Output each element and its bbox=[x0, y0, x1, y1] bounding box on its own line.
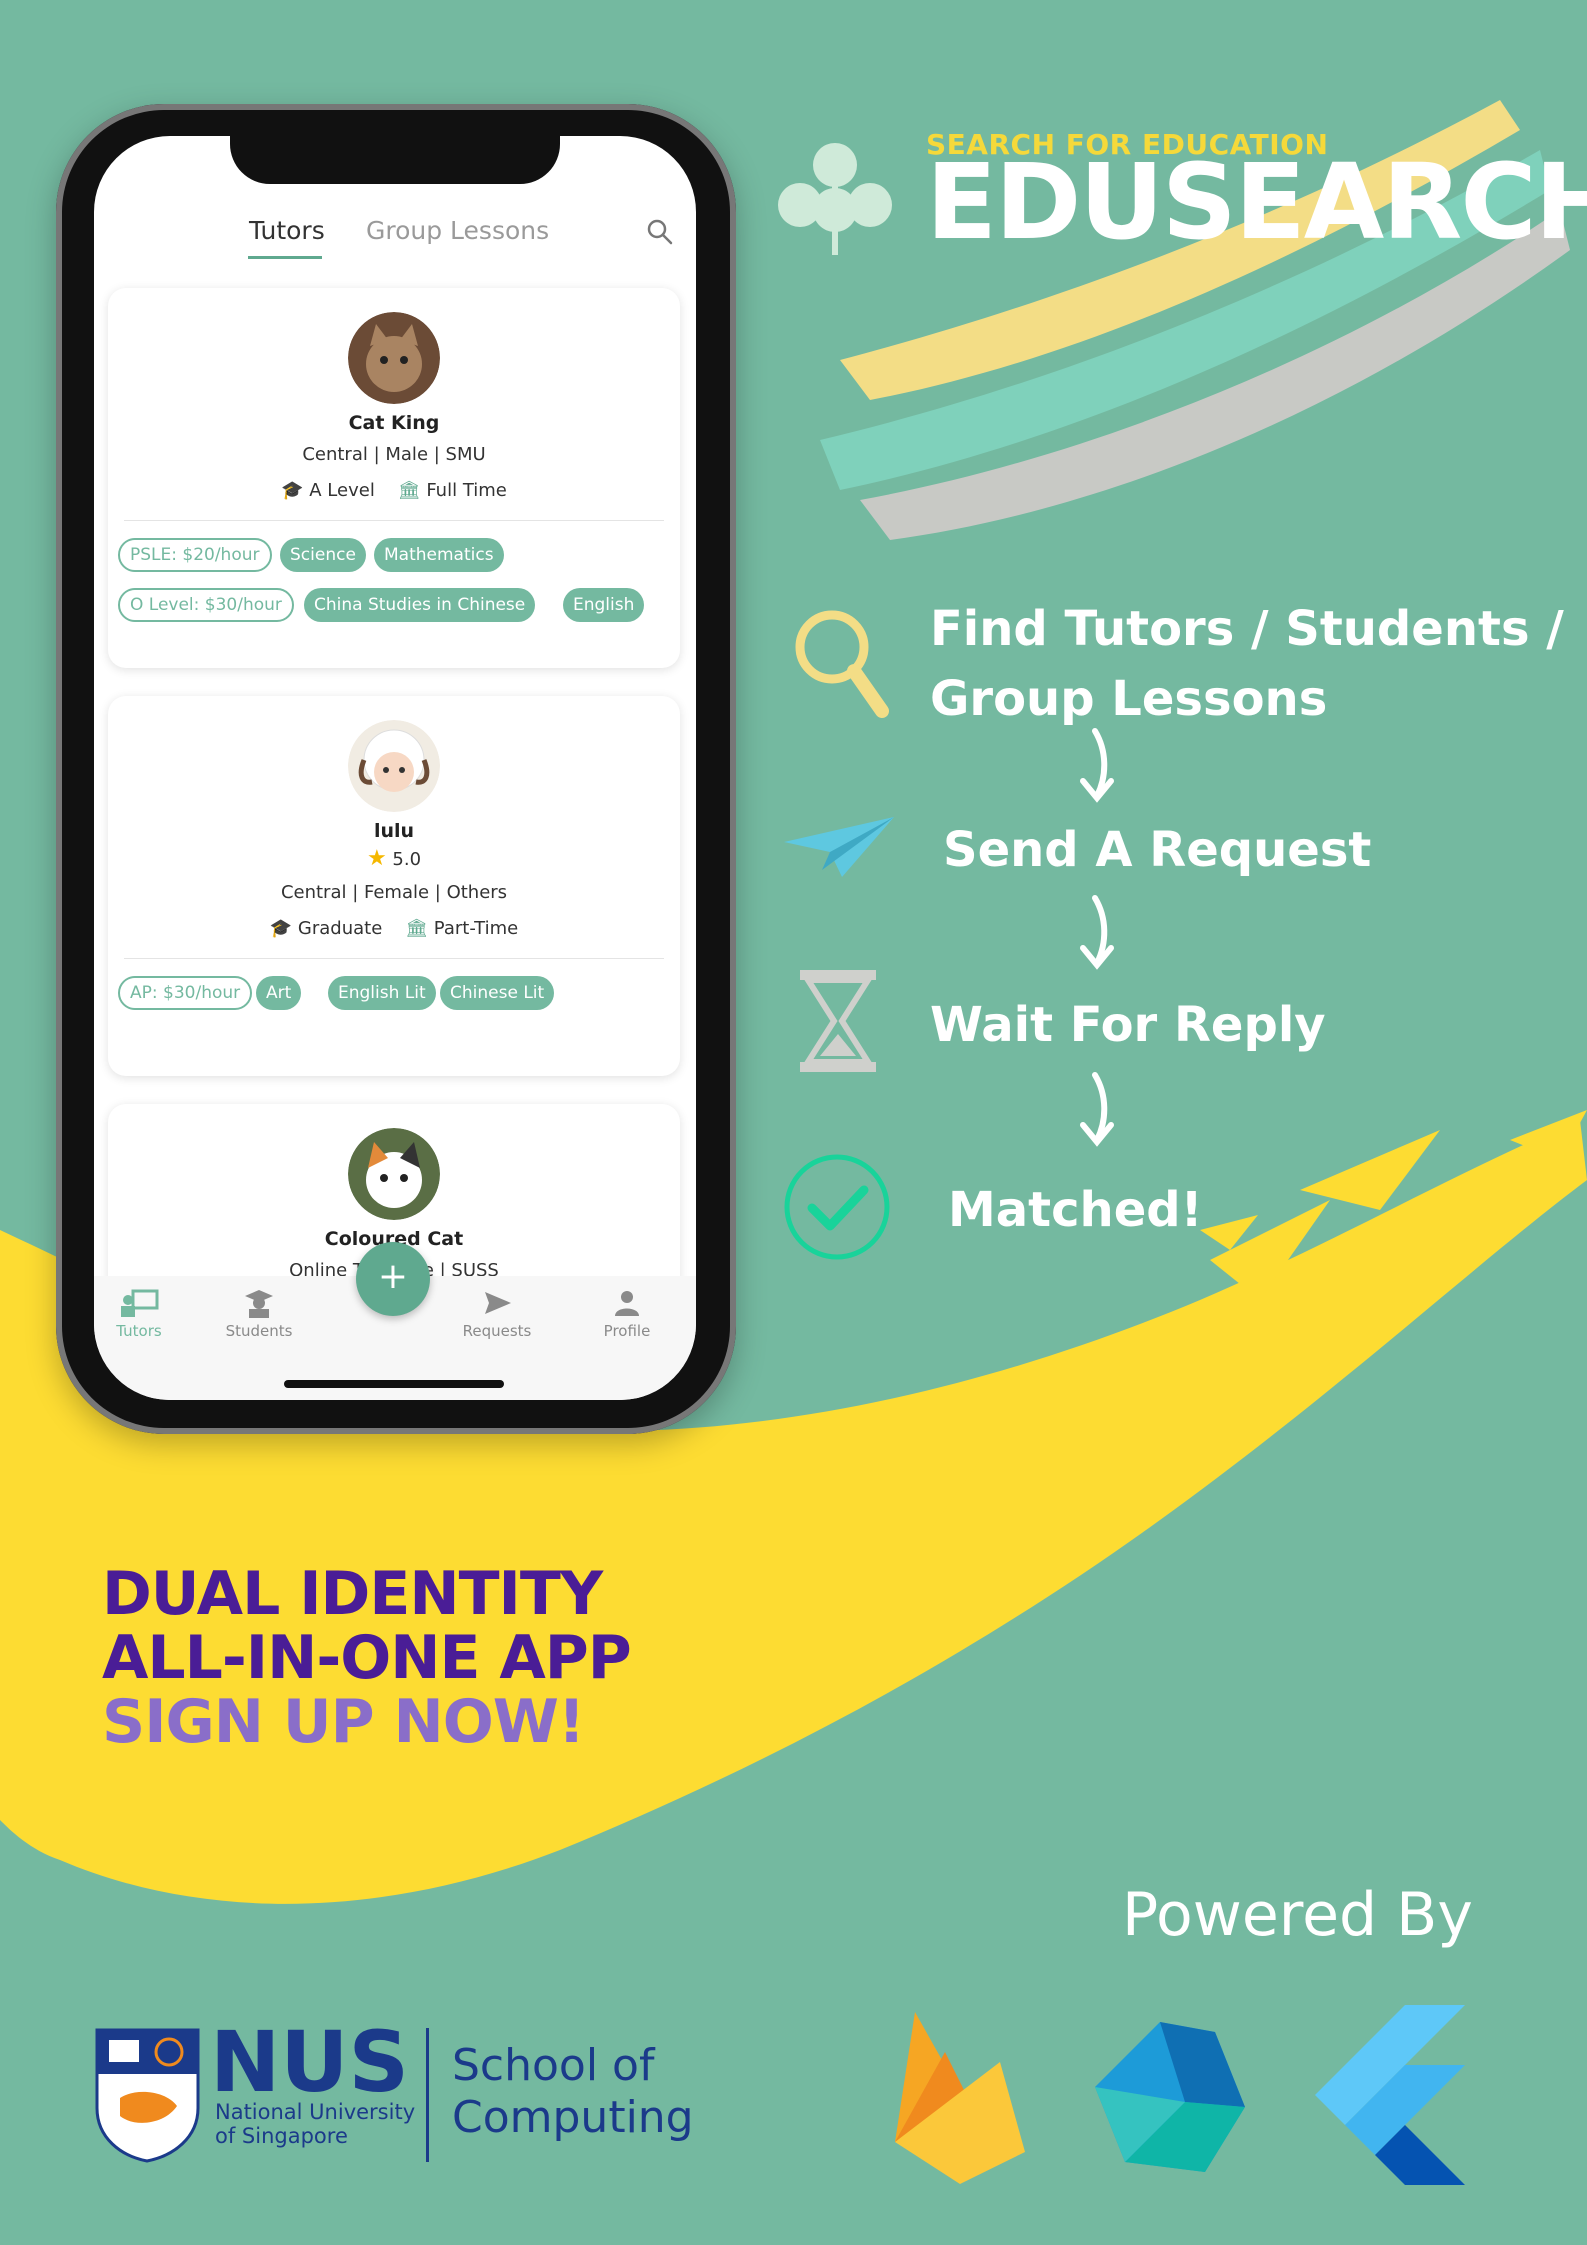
nav-tutors[interactable]: Tutors bbox=[94, 1288, 194, 1340]
tutor-name: lulu bbox=[373, 820, 415, 842]
rating-value: 5.0 bbox=[392, 849, 422, 870]
tutor-card[interactable]: Cat King Central | Male | SMU 🎓 A Level … bbox=[108, 288, 680, 668]
edusearch-logo-icon bbox=[778, 143, 892, 255]
arrow-down-icon bbox=[1080, 895, 1114, 970]
step-find-line2: Group Lessons bbox=[930, 671, 1328, 727]
app-screen: Tutors Group Lessons Cat King Central | … bbox=[94, 136, 696, 1400]
tutor-level: Graduate bbox=[297, 918, 383, 939]
add-button[interactable]: + bbox=[356, 1242, 430, 1316]
paper-plane-icon bbox=[784, 817, 894, 877]
nav-requests-label: Requests bbox=[462, 1322, 532, 1340]
slogan-line3: SIGN UP NOW! bbox=[102, 1687, 585, 1757]
home-indicator bbox=[284, 1380, 504, 1388]
subject-tag: English bbox=[563, 588, 645, 622]
brand-name: EDUSEARCH bbox=[926, 141, 1587, 263]
tutor-qualifications: 🎓 Graduate 🏛 Part-Time bbox=[108, 918, 680, 939]
send-icon bbox=[485, 1292, 511, 1314]
tab-underline bbox=[248, 256, 322, 259]
tutor-qualifications: 🎓 A Level 🏛 Full Time bbox=[108, 480, 680, 501]
arrow-down-icon bbox=[1080, 728, 1114, 803]
graduation-cap-icon: 🎓 bbox=[281, 480, 304, 501]
tab-group-lessons[interactable]: Group Lessons bbox=[366, 216, 549, 245]
search-icon[interactable] bbox=[646, 218, 674, 246]
nav-requests[interactable]: Requests bbox=[442, 1288, 552, 1340]
tutor-card[interactable]: lulu ★ 5.0 Central | Female | Others 🎓 G… bbox=[108, 696, 680, 1076]
phone-notch bbox=[230, 136, 560, 184]
magnifier-icon bbox=[795, 610, 889, 718]
school-of-computing: School of Computing bbox=[452, 2040, 694, 2144]
subject-tag: Science bbox=[280, 538, 366, 572]
nus-crest-icon bbox=[95, 2028, 200, 2163]
soc-line1: School of bbox=[452, 2040, 655, 2091]
tutor-location: Central | Female | Others bbox=[280, 882, 508, 903]
student-icon bbox=[245, 1290, 273, 1318]
tab-tutors[interactable]: Tutors bbox=[249, 216, 325, 245]
slogan-line2: ALL-IN-ONE APP bbox=[102, 1623, 632, 1693]
tutor-level: A Level bbox=[309, 480, 375, 501]
app-tabs: Tutors Group Lessons bbox=[94, 216, 696, 276]
step-send: Send A Request bbox=[943, 822, 1372, 878]
nus-subtitle-line2: of Singapore bbox=[215, 2124, 348, 2148]
step-matched: Matched! bbox=[948, 1182, 1203, 1238]
avatar bbox=[348, 720, 440, 812]
dart-icon bbox=[1095, 2022, 1245, 2172]
tutor-rating: ★ 5.0 bbox=[108, 846, 680, 871]
tutor-type: Part-Time bbox=[433, 918, 519, 939]
rate-tag: O Level: $30/hour bbox=[118, 588, 294, 622]
star-icon: ★ bbox=[366, 846, 387, 871]
rate-tag: PSLE: $20/hour bbox=[118, 538, 272, 572]
check-circle-icon bbox=[784, 1154, 890, 1260]
institution-icon: 🏛 bbox=[397, 480, 421, 501]
nus-subtitle-line1: National University bbox=[215, 2100, 416, 2124]
subject-tag: Art bbox=[256, 976, 302, 1010]
graduation-cap-icon: 🎓 bbox=[269, 918, 293, 939]
subject-tag: English Lit bbox=[328, 976, 436, 1010]
nav-students[interactable]: Students bbox=[204, 1288, 314, 1340]
nav-profile[interactable]: Profile bbox=[572, 1288, 682, 1340]
subject-tag: Mathematics bbox=[374, 538, 504, 572]
subject-tag: China Studies in Chinese bbox=[304, 588, 536, 622]
nus-divider bbox=[426, 2028, 429, 2162]
slogan-line1: DUAL IDENTITY bbox=[102, 1559, 603, 1629]
nav-tutors-label: Tutors bbox=[116, 1322, 162, 1340]
avatar bbox=[348, 1128, 440, 1220]
tutor-type: Full Time bbox=[426, 480, 507, 501]
firebase-icon bbox=[895, 2012, 1025, 2184]
arrow-down-icon bbox=[1080, 1072, 1114, 1147]
subject-tag: Chinese Lit bbox=[440, 976, 555, 1010]
card-divider bbox=[124, 958, 664, 959]
soc-line2: Computing bbox=[452, 2092, 694, 2143]
nav-students-label: Students bbox=[225, 1322, 293, 1340]
person-icon bbox=[615, 1291, 639, 1316]
step-find-line1: Find Tutors / Students / bbox=[930, 601, 1564, 657]
avatar bbox=[348, 312, 440, 404]
card-divider bbox=[124, 520, 664, 521]
nus-subtitle: National University of Singapore bbox=[215, 2100, 415, 2148]
tutor-location: Central | Male | SMU bbox=[302, 444, 486, 465]
nus-wordmark: NUS bbox=[210, 2013, 410, 2111]
institution-icon: 🏛 bbox=[405, 918, 429, 939]
teacher-board-icon bbox=[121, 1289, 159, 1317]
hourglass-icon bbox=[800, 970, 876, 1072]
nav-profile-label: Profile bbox=[603, 1322, 651, 1340]
tutor-name: Cat King bbox=[348, 412, 440, 434]
step-wait: Wait For Reply bbox=[930, 997, 1326, 1053]
rate-tag: AP: $30/hour bbox=[118, 976, 253, 1010]
flutter-icon bbox=[1315, 2005, 1465, 2185]
powered-by-label: Powered By bbox=[1122, 1880, 1473, 1950]
